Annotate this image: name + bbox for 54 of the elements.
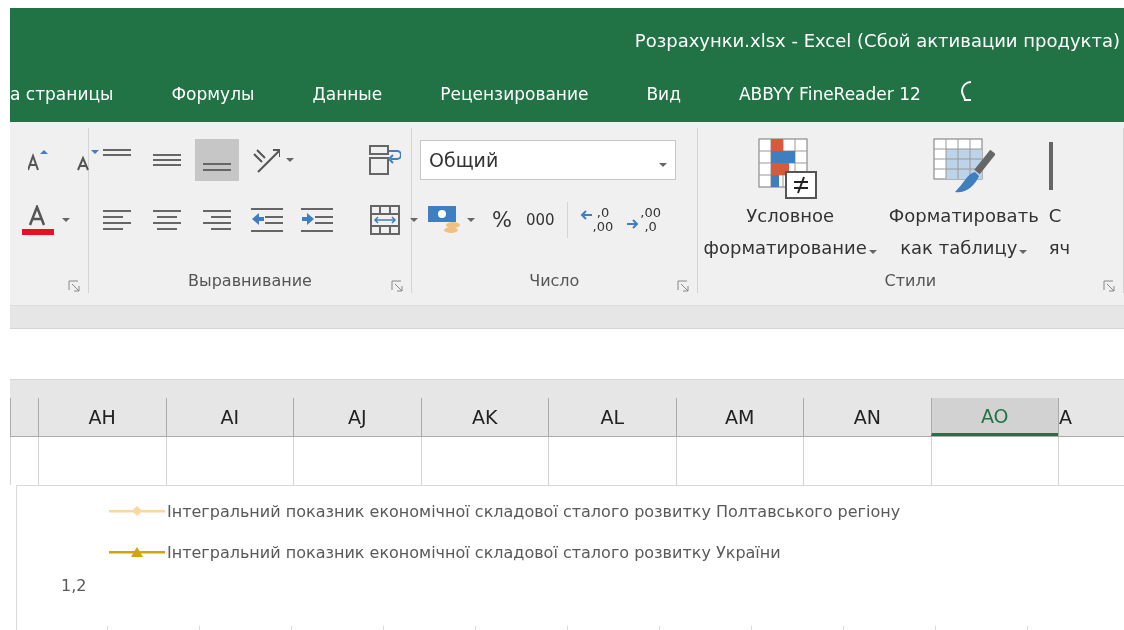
style-button[interactable]: С яч — [1048, 128, 1075, 264]
column-header[interactable]: AJ — [293, 398, 421, 436]
merge-cells-icon — [370, 205, 400, 235]
dialog-launcher-icon[interactable] — [676, 280, 689, 292]
dialog-launcher-icon[interactable] — [391, 280, 403, 292]
column-header[interactable]: AK — [420, 398, 548, 436]
font-shrink-icon — [76, 148, 100, 172]
ribbon-tab[interactable]: а страницы — [10, 84, 114, 104]
group-label: Число — [529, 271, 580, 290]
ribbon-tab[interactable]: Формулы — [171, 84, 255, 104]
align-bottom-icon — [203, 163, 231, 171]
right-arrow-icon — [627, 219, 640, 229]
column-header[interactable]: A — [1058, 398, 1124, 436]
column-header[interactable]: AI — [165, 398, 293, 436]
caret-icon — [659, 163, 667, 167]
dialog-launcher-icon[interactable] — [68, 280, 80, 292]
font-grow-icon — [28, 148, 48, 172]
caret-icon — [62, 218, 70, 222]
money-coins-icon — [427, 205, 461, 235]
style-button[interactable]: Форматировать как таблицу — [882, 128, 1045, 264]
number-format-dropdown[interactable]: Общий — [420, 140, 676, 180]
caret-icon — [467, 218, 475, 222]
align-top-icon — [103, 149, 131, 156]
group-label: Стили — [884, 271, 937, 290]
ribbon-tab[interactable]: Вид — [646, 84, 681, 104]
font-color-icon — [22, 205, 54, 235]
thousands-button[interactable]: 000 — [521, 211, 559, 229]
dialog-launcher-icon[interactable] — [1103, 280, 1115, 292]
column-header[interactable]: AO — [930, 398, 1058, 436]
caret-icon — [286, 158, 294, 162]
column-header[interactable]: AL — [548, 398, 676, 436]
legend-label: Інтегральний показник економічної складової сталого розвитку Полтавського регіону — [167, 502, 901, 521]
ribbon-tab[interactable]: ABBYY FineReader 12 — [738, 84, 921, 104]
decrease-indent-icon — [251, 206, 283, 234]
column-header[interactable]: AM — [675, 398, 803, 436]
decrease-decimal-button[interactable]: ,00 ,0 — [623, 206, 665, 234]
align-middle-icon — [153, 154, 181, 166]
group-label: Выравнивание — [188, 271, 312, 290]
column-header[interactable]: AN — [803, 398, 931, 436]
legend-label: Інтегральний показник економічної складової сталого розвитку України — [167, 543, 781, 562]
window-title: Розрахунки.xlsx - Excel (Сбой активации продукта) — [634, 30, 1120, 51]
style-button[interactable]: Условное форматирование — [697, 128, 883, 264]
alignment-button[interactable] — [195, 139, 239, 181]
column-header[interactable]: AH — [38, 398, 166, 436]
ribbon-tab[interactable]: Рецензирование — [440, 84, 589, 104]
left-arrow-icon — [579, 210, 592, 220]
increase-decimal-button[interactable]: ,0 ,00 — [575, 206, 618, 234]
text-angle-icon — [252, 146, 280, 174]
caret-icon — [410, 218, 418, 222]
percent-button[interactable]: % — [488, 208, 516, 232]
wrap-text-icon — [369, 145, 401, 175]
axis-tick-label: 1,2 — [61, 576, 88, 595]
ribbon-tab[interactable]: Данные — [312, 84, 383, 104]
increase-indent-icon — [301, 206, 333, 234]
